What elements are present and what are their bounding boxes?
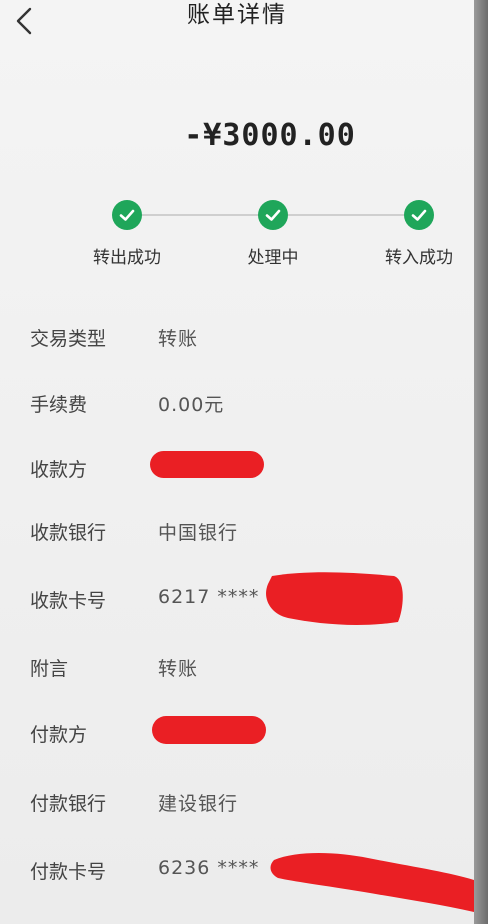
payer-card-label: 付款卡号 — [30, 861, 107, 883]
payee-bank-value: 中国银行 — [158, 522, 239, 544]
step-label-processing: 处理中 — [247, 248, 299, 268]
transaction-type-label: 交易类型 — [30, 328, 107, 350]
payee-card-value: 6217 **** — [158, 586, 260, 608]
step-complete-icon — [112, 200, 142, 230]
payer-card-redaction — [270, 853, 474, 912]
step-complete-icon — [404, 200, 434, 230]
fee-label: 手续费 — [30, 394, 88, 416]
note-value: 转账 — [158, 658, 199, 680]
payee-card-redaction — [266, 572, 403, 625]
payer-bank-value: 建设银行 — [158, 793, 239, 815]
fee-value: 0.00元 — [158, 394, 225, 416]
payee-redaction — [150, 451, 264, 478]
payer-bank-label: 付款银行 — [30, 793, 107, 815]
payee-label: 收款方 — [30, 459, 88, 481]
payer-label: 付款方 — [30, 724, 88, 746]
page-title: 账单详情 — [187, 2, 287, 28]
progress-connector — [288, 214, 404, 216]
step-complete-icon — [258, 200, 288, 230]
payee-card-label: 收款卡号 — [30, 590, 107, 612]
bill-detail-screen: 账单详情 -¥3000.00 转出成功 处理中 转入成功 交易类型 转账 手续费… — [0, 0, 474, 924]
checkmark-icon — [411, 209, 427, 221]
transaction-type-value: 转账 — [158, 328, 199, 350]
checkmark-icon — [119, 209, 135, 221]
note-label: 附言 — [30, 658, 69, 680]
device-edge — [474, 0, 488, 924]
payee-bank-label: 收款银行 — [30, 522, 107, 544]
transaction-amount: -¥3000.00 — [184, 118, 356, 153]
progress-connector — [142, 214, 260, 216]
payer-card-value: 6236 **** — [158, 857, 260, 879]
step-label-transfer-in: 转入成功 — [385, 248, 453, 268]
step-label-transfer-out: 转出成功 — [93, 248, 161, 268]
checkmark-icon — [265, 209, 281, 221]
payer-redaction — [152, 716, 266, 744]
